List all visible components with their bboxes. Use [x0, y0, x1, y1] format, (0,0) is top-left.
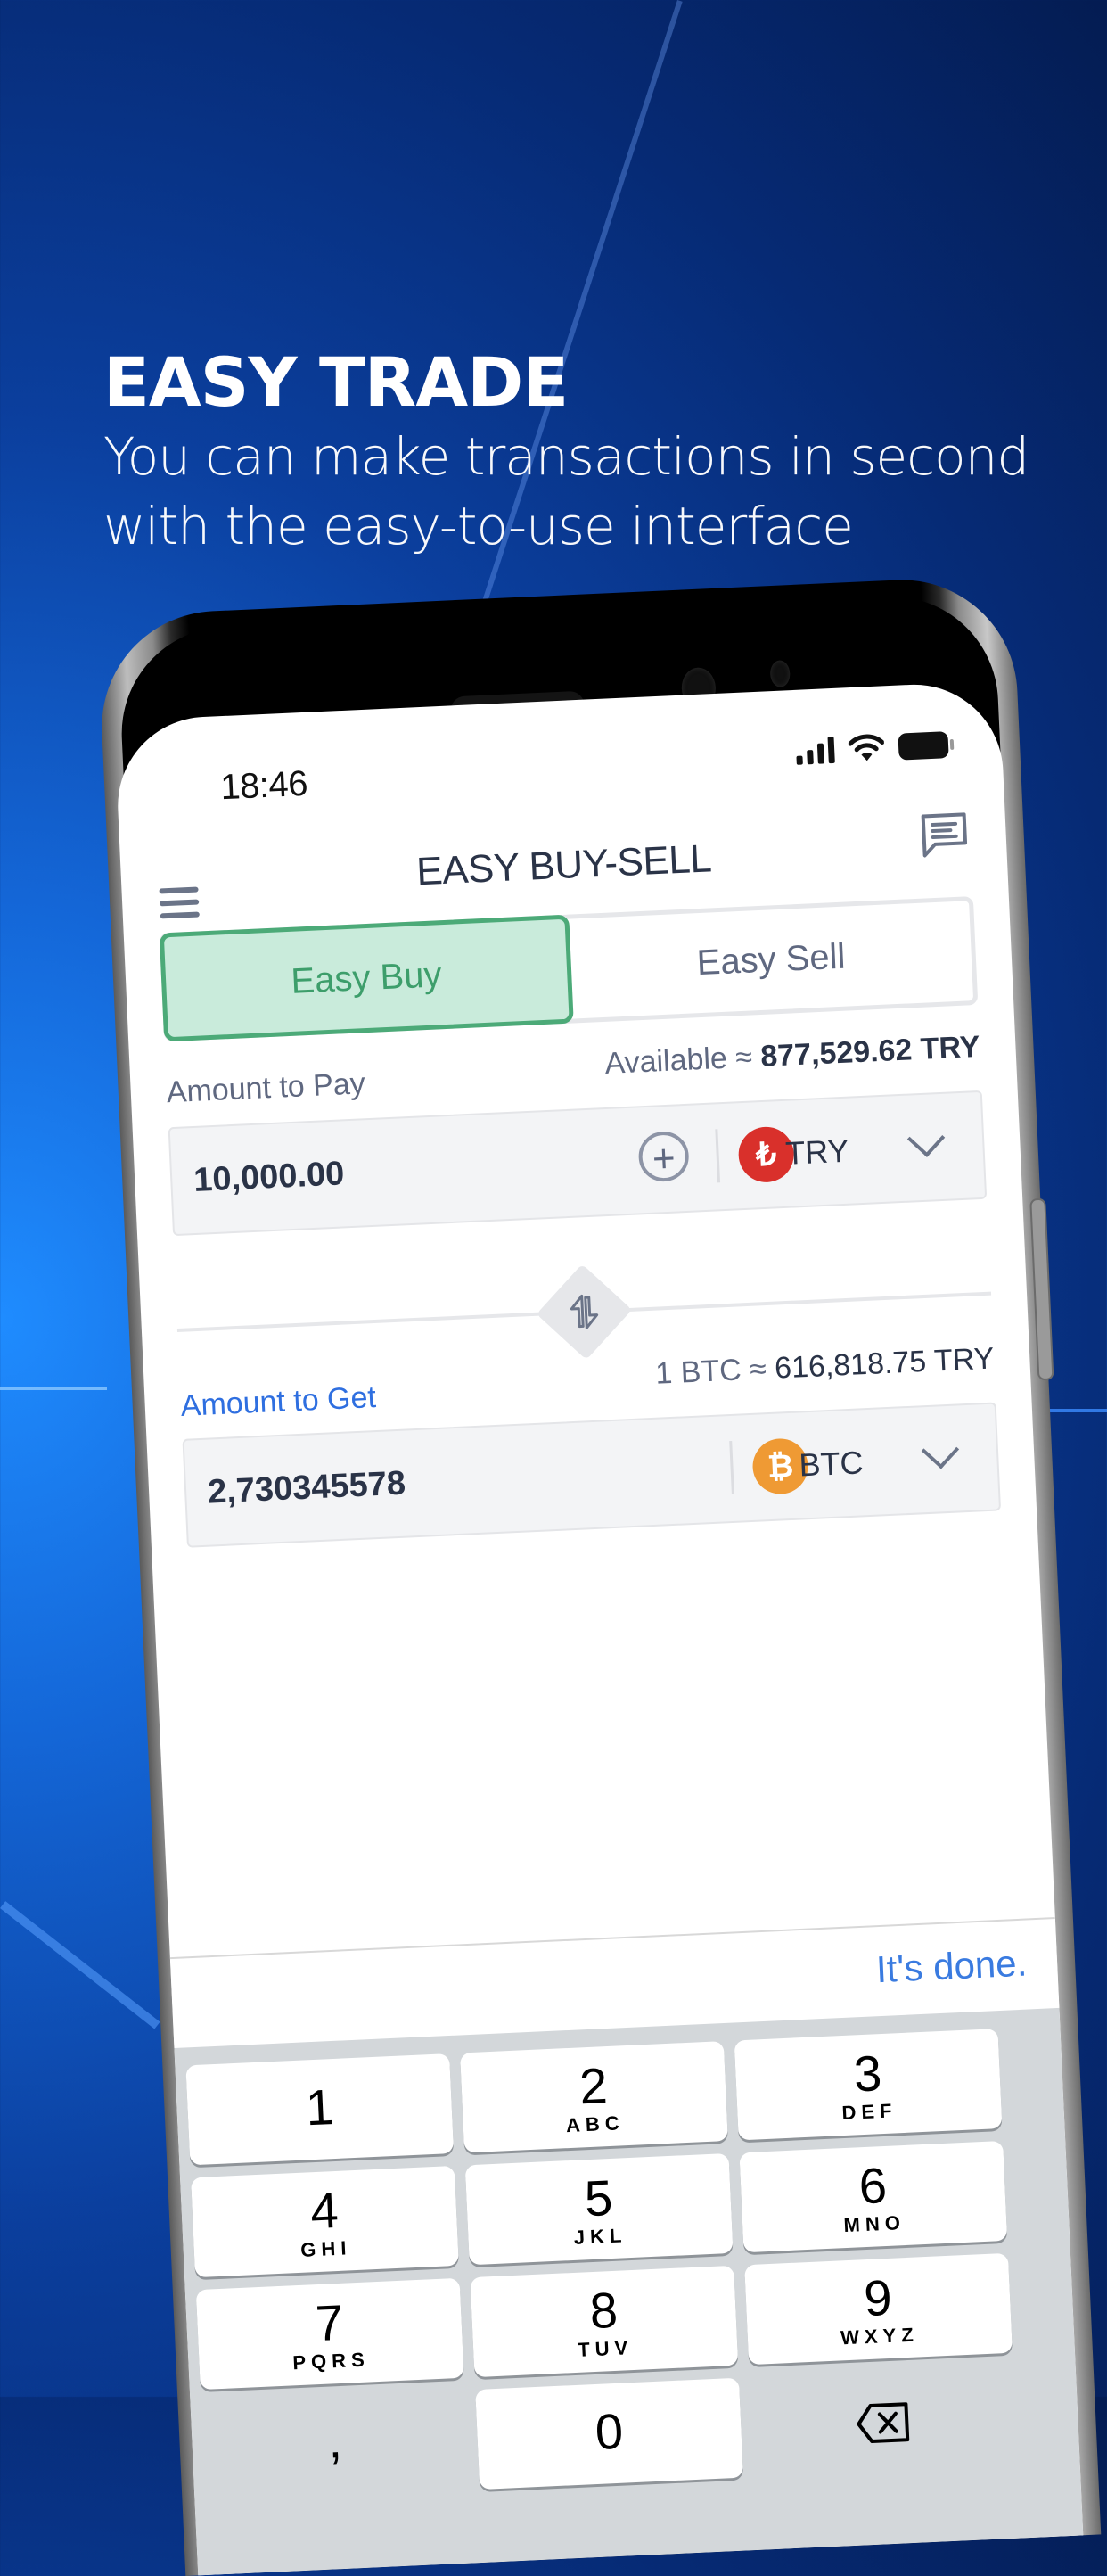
chevron-down-icon[interactable] — [921, 1431, 960, 1469]
wifi-icon — [848, 734, 885, 761]
key-backspace[interactable] — [750, 2366, 1018, 2477]
amount-to-pay-value[interactable]: 10,000.00 — [193, 1155, 345, 1200]
numeric-keypad: 1 2 ABC 3 DEF 4 GHI 5 JKL 6 MNO 7 PQRS 8… — [174, 2007, 1084, 2576]
background-light-streak — [0, 1901, 160, 2029]
field-divider — [715, 1129, 721, 1183]
amount-to-get-field[interactable]: 2,730345578 ₿ BTC — [182, 1402, 1002, 1548]
swap-arrows-icon[interactable] — [558, 1286, 610, 1337]
rate-value: 616,818.75 TRY — [774, 1341, 996, 1386]
key-comma[interactable]: , — [201, 2391, 470, 2502]
rate-prefix: 1 BTC ≈ — [654, 1352, 767, 1391]
front-sensor-icon — [769, 660, 791, 688]
signal-icon — [796, 736, 835, 765]
backspace-icon — [857, 2402, 910, 2443]
key-2[interactable]: 2 ABC — [460, 2041, 728, 2153]
done-button[interactable]: It's done. — [875, 1942, 1028, 1992]
phone-screen: 18:46 EASY BUY-SELL Easy Buy Easy Sell A… — [113, 680, 1084, 2576]
status-time: 18:46 — [219, 763, 308, 808]
hero-subtitle-line-2: with the easy-to-use interface — [103, 496, 854, 556]
chevron-down-icon[interactable] — [906, 1119, 946, 1157]
pay-currency-code[interactable]: TRY — [784, 1132, 849, 1173]
amount-to-get-value[interactable]: 2,730345578 — [207, 1465, 406, 1512]
available-prefix: Available ≈ — [603, 1040, 753, 1081]
key-6[interactable]: 6 MNO — [739, 2140, 1008, 2253]
battery-icon — [898, 731, 949, 761]
field-divider — [729, 1440, 734, 1495]
tab-easy-buy[interactable]: Easy Buy — [159, 914, 574, 1042]
amount-to-pay-field[interactable]: 10,000.00 + ₺ TRY — [168, 1090, 988, 1237]
get-currency-code[interactable]: BTC — [799, 1444, 865, 1484]
available-balance: Available ≈ 877,529.62 TRY — [604, 1030, 981, 1082]
key-1[interactable]: 1 — [185, 2053, 455, 2166]
amount-to-get-label: Amount to Get — [179, 1380, 377, 1423]
page-title: EASY BUY-SELL — [415, 836, 713, 894]
key-0[interactable]: 0 — [475, 2377, 743, 2490]
phone-mockup: 18:46 EASY BUY-SELL Easy Buy Easy Sell A… — [96, 574, 1102, 2576]
plus-circle-icon[interactable]: + — [637, 1130, 690, 1183]
key-5[interactable]: 5 JKL — [464, 2152, 734, 2266]
tab-easy-sell[interactable]: Easy Sell — [569, 901, 973, 1018]
key-9[interactable]: 9 WXYZ — [744, 2252, 1013, 2366]
available-value: 877,529.62 TRY — [759, 1029, 981, 1074]
hero-subtitle-line-1: You can make transactions in second — [103, 426, 1029, 487]
status-icons — [795, 729, 949, 765]
chat-message-icon[interactable] — [917, 807, 972, 861]
key-8[interactable]: 8 TUV — [470, 2265, 739, 2378]
background-light-streak — [0, 1387, 107, 1390]
hero-section: EASY TRADE You can make transactions in … — [103, 343, 1029, 561]
key-7[interactable]: 7 PQRS — [195, 2277, 464, 2391]
key-4[interactable]: 4 GHI — [191, 2165, 459, 2278]
btc-rate: 1 BTC ≈ 616,818.75 TRY — [655, 1342, 996, 1392]
hero-title: EASY TRADE — [103, 342, 569, 422]
key-3[interactable]: 3 DEF — [734, 2029, 1003, 2141]
amount-to-pay-label: Amount to Pay — [165, 1066, 366, 1110]
